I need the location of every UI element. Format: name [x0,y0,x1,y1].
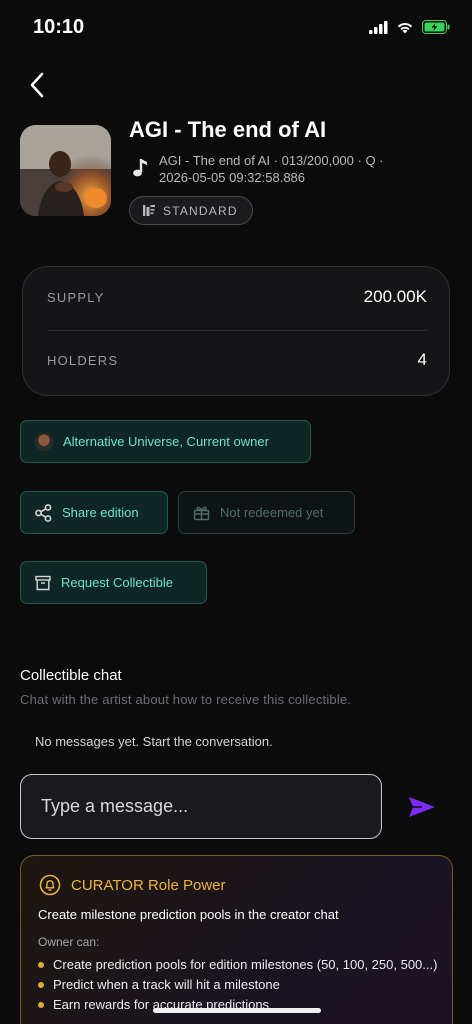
collectible-title: AGI - The end of AI [129,117,327,142]
redeem-status-button: Not redeemed yet [178,491,355,534]
chat-section-subtitle: Chat with the artist about how to receiv… [20,692,352,707]
supply-value: 200.00K [363,287,427,306]
chevron-left-icon [30,72,44,98]
status-bar: 10:10 [0,0,472,56]
send-icon [409,797,435,817]
edition-meta-text: AGI - The end of AI · 013/200,000 · Q · … [159,153,384,185]
music-note-icon [133,159,147,177]
message-input[interactable] [20,774,382,839]
holders-value: 4 [417,350,427,369]
supply-row: SUPPLY 200.00K [47,287,427,307]
role-power-list: Create prediction pools for edition mile… [38,956,438,1016]
redeem-status-label: Not redeemed yet [220,505,324,520]
role-power-description: Create milestone prediction pools in the… [38,907,339,922]
list-item: Predict when a track will hit a mileston… [38,976,438,994]
share-icon [35,503,52,522]
back-button[interactable] [20,68,54,102]
chat-section-title: Collectible chat [20,667,122,684]
collectible-thumbnail [20,125,111,216]
bullet-icon [38,1002,44,1008]
holders-row: HOLDERS 4 [47,350,427,370]
share-edition-button[interactable]: Share edition [20,491,168,534]
request-collectible-button[interactable]: Request Collectible [20,561,207,604]
list-item-text: Predict when a track will hit a mileston… [53,977,280,992]
list-item: Create prediction pools for edition mile… [38,956,438,974]
request-collectible-label: Request Collectible [61,575,174,590]
bullet-icon [38,962,44,968]
cellular-signal-icon [369,20,388,34]
status-icons [369,20,450,34]
supply-label: SUPPLY [47,289,105,305]
tier-label: STANDARD [163,203,238,218]
archive-box-icon [35,575,51,590]
stats-card: SUPPLY 200.00K HOLDERS 4 [22,266,450,396]
status-time: 10:10 [33,16,85,38]
current-owner-button[interactable]: Alternative Universe, Current owner [20,420,311,463]
list-item-text: Create prediction pools for edition mile… [53,957,438,972]
bullet-icon [38,982,44,988]
avatar [35,432,53,451]
role-power-title: CURATOR Role Power [71,876,226,894]
role-power-card: CURATOR Role Power Create milestone pred… [20,855,453,1024]
role-power-header: CURATOR Role Power [39,874,225,896]
edition-meta: AGI - The end of AI · 013/200,000 · Q · … [131,152,451,186]
tier-icon [143,205,155,216]
role-power-owner-can: Owner can: [38,935,100,949]
chat-empty-state: No messages yet. Start the conversation. [35,734,273,749]
share-edition-label: Share edition [62,505,139,520]
send-button[interactable] [404,792,440,822]
current-owner-label: Alternative Universe, Current owner [63,434,269,449]
holders-label: HOLDERS [47,352,119,368]
battery-charging-icon [422,20,450,34]
wifi-icon [397,23,413,34]
bell-icon [39,874,61,896]
gift-icon [193,506,210,520]
home-indicator[interactable] [153,1008,321,1013]
stats-divider [47,330,427,331]
tier-badge: STANDARD [129,196,253,225]
